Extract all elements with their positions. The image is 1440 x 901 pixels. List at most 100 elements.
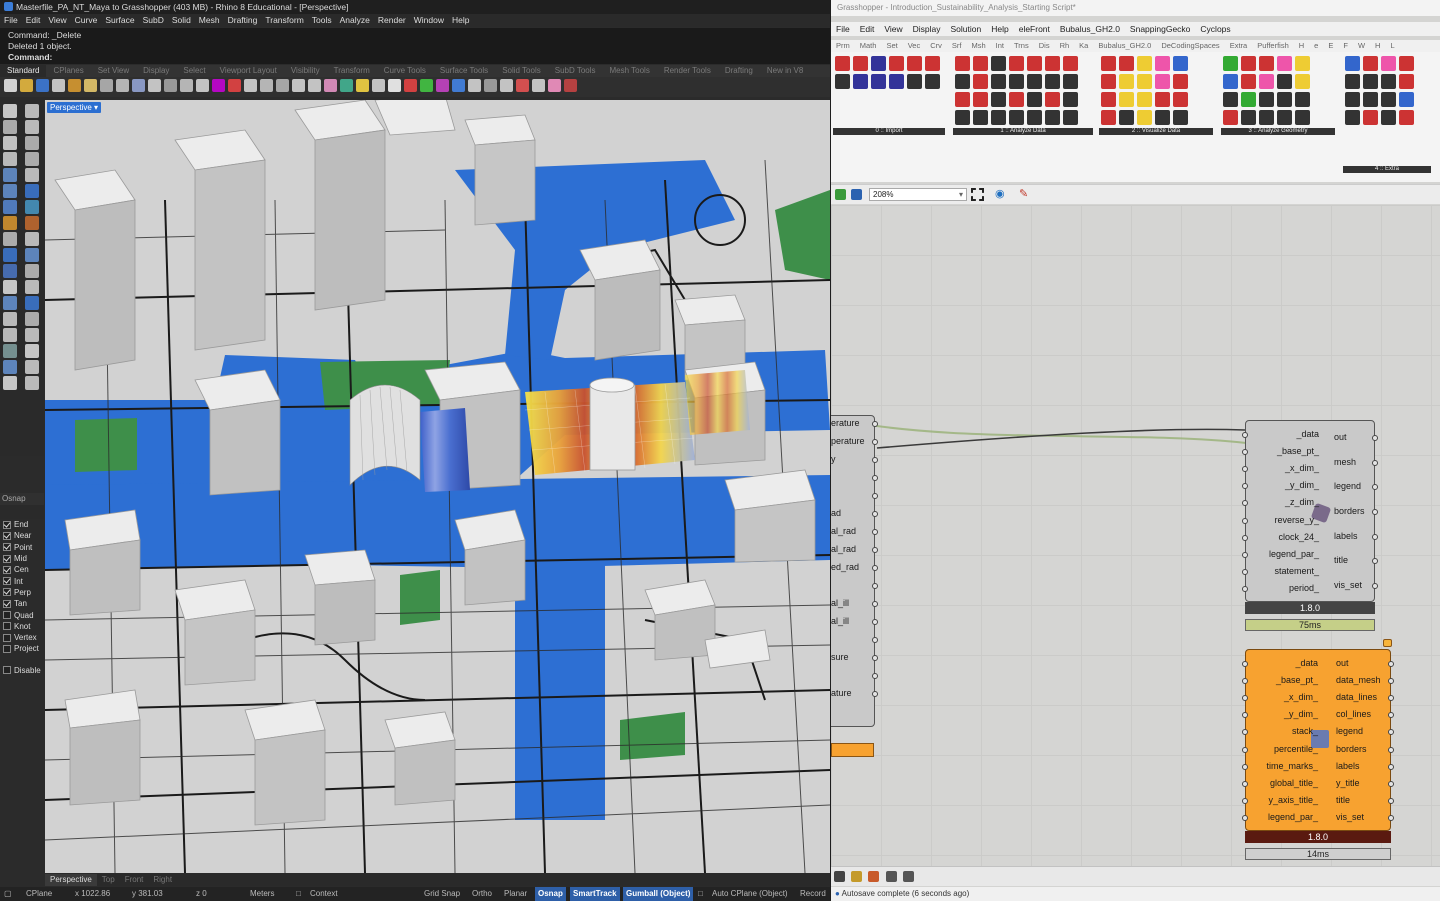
toolbar-tool-icon[interactable] [164,79,177,92]
component-icon[interactable] [1009,110,1024,125]
tab-solid-tools[interactable]: Solid Tools [495,65,548,77]
component2-warning-flag[interactable] [1383,639,1392,647]
toolbar-tool-icon[interactable] [20,79,33,92]
component-icon[interactable] [1399,110,1414,125]
tab-drafting[interactable]: Drafting [718,65,760,77]
tab-visibility[interactable]: Visibility [284,65,327,77]
left-tool-icon[interactable] [3,216,17,230]
component-icon[interactable] [1295,74,1310,89]
component-icon[interactable] [1295,110,1310,125]
gh-subtab-trns[interactable]: Trns [1009,40,1034,52]
gh-subtab-l[interactable]: L [1385,40,1399,52]
component-icon[interactable] [1381,110,1396,125]
toolbar-tool-icon[interactable] [324,79,337,92]
open-file-icon[interactable] [835,189,846,200]
component-icon[interactable] [1399,56,1414,71]
toolbar-tool-icon[interactable] [132,79,145,92]
gh-subtab-rh[interactable]: Rh [1055,40,1075,52]
osnap-checkbox-knot[interactable] [3,622,11,631]
toolbar-tool-icon[interactable] [356,79,369,92]
osnap-disable-checkbox[interactable] [3,666,11,675]
left-tool-icon[interactable] [25,136,39,150]
gh-subtab-bubalus-gh2-0[interactable]: Bubalus_GH2.0 [1093,40,1156,52]
gh-subtab-f[interactable]: F [1338,40,1353,52]
component-icon[interactable] [1381,92,1396,107]
component-icon[interactable] [1137,110,1152,125]
left-output-grip[interactable] [872,637,878,643]
tab-viewport-layout[interactable]: Viewport Layout [213,65,284,77]
component-icon[interactable] [1155,92,1170,107]
ladybug-hourly-plot-component[interactable]: _data _base_pt_ _x_dim_ _y_dim_ stack_ percen… [1242,649,1394,831]
left-tool-icon[interactable] [3,168,17,182]
canvas-tool-icon-2[interactable] [851,871,862,882]
component-icon[interactable] [1295,56,1310,71]
menu-render[interactable]: Render [374,14,410,27]
osnap-checkbox-cen[interactable] [3,565,11,574]
left-output-grip[interactable] [872,583,878,589]
component-icon[interactable] [955,110,970,125]
component-icon[interactable] [1063,56,1078,71]
component-icon[interactable] [1241,56,1256,71]
left-tool-icon[interactable] [25,328,39,342]
toolbar-tool-icon[interactable] [452,79,465,92]
component-icon[interactable] [1363,56,1378,71]
component-icon[interactable] [1027,56,1042,71]
status-record[interactable]: Record [800,887,826,901]
component-icon[interactable] [889,56,904,71]
component-icon[interactable] [1363,110,1378,125]
view-tab-perspective[interactable]: Perspective [45,874,97,886]
osnap-checkbox-mid[interactable] [3,554,11,563]
left-tool-icon[interactable] [25,376,39,390]
component-icon[interactable] [1259,74,1274,89]
osnap-row-mid[interactable]: Mid [0,553,44,564]
left-tool-icon[interactable] [25,216,39,230]
component-icon[interactable] [907,74,922,89]
gh-menu-file[interactable]: File [831,22,855,36]
gh-menu-view[interactable]: View [879,22,907,36]
component-icon[interactable] [1045,56,1060,71]
gh-menu-solution[interactable]: Solution [946,22,987,36]
left-tool-icon[interactable] [25,120,39,134]
toolbar-tool-icon[interactable] [292,79,305,92]
component-icon[interactable] [991,110,1006,125]
input-grip[interactable] [1242,781,1248,787]
component-icon[interactable] [1173,92,1188,107]
left-tool-icon[interactable] [3,248,17,262]
input-grip[interactable] [1242,483,1248,490]
osnap-checkbox-int[interactable] [3,577,11,586]
menu-transform[interactable]: Transform [261,14,307,27]
gh-subtab-msh[interactable]: Msh [966,40,990,52]
gh-subtab-int[interactable]: Int [991,40,1009,52]
component-icon[interactable] [835,74,850,89]
tab-surface-tools[interactable]: Surface Tools [433,65,495,77]
tab-cplanes[interactable]: CPlanes [46,65,90,77]
toolbar-tool-icon[interactable] [468,79,481,92]
output-grip[interactable] [1372,582,1378,589]
output-grip[interactable] [1388,781,1394,787]
input-grip[interactable] [1242,729,1248,736]
menu-mesh[interactable]: Mesh [195,14,224,27]
input-grip[interactable] [1242,712,1248,719]
component-icon[interactable] [1381,56,1396,71]
component-icon[interactable] [1295,92,1310,107]
menu-analyze[interactable]: Analyze [336,14,374,27]
toolbar-tool-icon[interactable] [116,79,129,92]
component-icon[interactable] [1363,92,1378,107]
left-output-grip[interactable] [872,421,878,427]
tab-display[interactable]: Display [136,65,176,77]
left-tool-icon[interactable] [3,136,17,150]
left-tool-icon[interactable] [3,104,17,118]
toolbar-tool-icon[interactable] [100,79,113,92]
tab-new-in-v8[interactable]: New in V8 [760,65,810,77]
osnap-checkbox-project[interactable] [3,644,11,653]
output-grip[interactable] [1372,459,1378,466]
component-icon[interactable] [1101,110,1116,125]
left-tool-icon[interactable] [25,264,39,278]
toolbar-tool-icon[interactable] [340,79,353,92]
tab-render-tools[interactable]: Render Tools [657,65,718,77]
osnap-checkbox-near[interactable] [3,531,11,540]
tab-select[interactable]: Select [176,65,212,77]
osnap-row-knot[interactable]: Knot [0,621,44,632]
component-icon[interactable] [1119,92,1134,107]
osnap-checkbox-vertex[interactable] [3,633,11,642]
